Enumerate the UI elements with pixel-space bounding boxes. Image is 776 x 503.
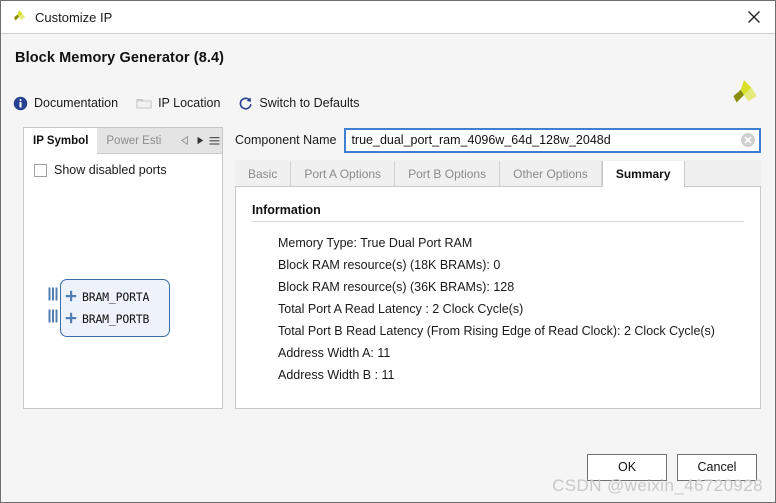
ltabstrip-spacer — [170, 128, 177, 153]
summary-line: Address Width B : 11 — [278, 368, 395, 382]
switch-to-defaults-label: Switch to Defaults — [259, 96, 360, 110]
summary-line: Memory Type: True Dual Port RAM — [278, 236, 473, 250]
switch-to-defaults-button[interactable]: Switch to Defaults — [238, 96, 359, 111]
tab-power-estimation-label: Power Esti — [106, 134, 162, 147]
tab-basic-label: Basic — [248, 166, 278, 181]
plus-icon[interactable] — [65, 312, 77, 327]
tab-basic[interactable]: Basic — [235, 161, 292, 186]
chevron-right-icon[interactable] — [192, 128, 207, 153]
summary-line: Block RAM resource(s) (36K BRAMs): 128 — [278, 280, 515, 294]
title-bar: Customize IP — [1, 1, 775, 34]
component-name-row: Component Name true_dual_port_ram_4096w_… — [235, 127, 761, 153]
tab-ip-symbol-label: IP Symbol — [33, 134, 89, 147]
folder-icon — [136, 96, 152, 110]
ip-location-button[interactable]: IP Location — [136, 96, 220, 110]
bram-porta-bus-icon — [48, 287, 58, 301]
information-heading: Information — [252, 203, 321, 217]
dialog-footer: OK Cancel — [1, 442, 775, 502]
dialog-header: Block Memory Generator (8.4) — [1, 34, 775, 103]
documentation-label: Documentation — [34, 96, 119, 110]
summary-line: Address Width A: 11 — [278, 346, 391, 360]
tab-power-estimation[interactable]: Power Esti — [97, 128, 170, 153]
show-disabled-ports-label: Show disabled ports — [54, 163, 167, 177]
tab-port-a-options-label: Port A Options — [304, 166, 382, 181]
documentation-button[interactable]: Documentation — [13, 96, 118, 111]
tab-ip-symbol[interactable]: IP Symbol — [24, 128, 98, 154]
ip-location-label: IP Location — [158, 96, 221, 110]
tabstrip-filler — [684, 161, 761, 186]
component-name-label: Component Name — [235, 133, 337, 147]
bram-port-row[interactable]: BRAM_PORTA — [65, 286, 169, 308]
tab-port-a-options[interactable]: Port A Options — [291, 161, 396, 186]
info-icon — [13, 96, 28, 111]
config-tabstrip: Basic Port A Options Port B Options Othe… — [235, 160, 761, 187]
tab-other-options[interactable]: Other Options — [500, 161, 602, 186]
tab-port-b-options-label: Port B Options — [408, 166, 487, 181]
chevron-left-icon[interactable] — [177, 128, 192, 153]
ip-symbol-panel: IP Symbol Power Esti Show disabled ports… — [23, 127, 223, 409]
component-name-value: true_dual_port_ram_4096w_64d_128w_2048d — [351, 133, 611, 147]
dialog-toolbar: Documentation IP Location Switch to Defa… — [1, 66, 775, 118]
component-name-input[interactable]: true_dual_port_ram_4096w_64d_128w_2048d — [344, 127, 761, 153]
ok-button[interactable]: OK — [587, 453, 667, 481]
tab-summary[interactable]: Summary — [601, 161, 685, 187]
clear-circle-icon[interactable] — [740, 132, 756, 148]
summary-tab-panel: Information Memory Type: True Dual Port … — [235, 187, 761, 409]
bram-port-row[interactable]: BRAM_PORTB — [65, 308, 169, 330]
ip-symbol-canvas: Show disabled ports BRAM_PORTA BRAM_PORT… — [24, 154, 222, 408]
xilinx-logo-icon — [11, 9, 27, 25]
page-title: Block Memory Generator (8.4) — [15, 50, 225, 66]
plus-icon[interactable] — [65, 290, 77, 305]
refresh-icon — [238, 96, 253, 111]
bram-symbol-box: BRAM_PORTA BRAM_PORTB — [60, 279, 170, 337]
window-title: Customize IP — [35, 9, 113, 25]
bram-portb-bus-icon — [48, 309, 58, 323]
xilinx-logo-icon — [727, 78, 761, 112]
summary-line: Block RAM resource(s) (18K BRAMs): 0 — [278, 258, 501, 272]
bram-symbol: BRAM_PORTA BRAM_PORTB — [48, 279, 170, 337]
ip-symbol-tabstrip: IP Symbol Power Esti — [24, 128, 222, 154]
tab-port-b-options[interactable]: Port B Options — [395, 161, 501, 186]
tab-summary-label: Summary — [615, 167, 671, 181]
bram-portb-label: BRAM_PORTB — [82, 312, 150, 326]
show-disabled-ports-checkbox[interactable] — [34, 163, 47, 177]
summary-line: Total Port B Read Latency (From Rising E… — [278, 324, 715, 338]
close-icon[interactable] — [739, 3, 769, 31]
summary-line: Total Port A Read Latency : 2 Clock Cycl… — [278, 302, 524, 316]
show-disabled-ports-row[interactable]: Show disabled ports — [34, 163, 222, 177]
cancel-button[interactable]: Cancel — [677, 453, 757, 481]
customize-ip-dialog: Customize IP Block Memory Generator (8.4… — [0, 0, 776, 503]
hamburger-menu-icon[interactable] — [207, 128, 222, 153]
dialog-body: IP Symbol Power Esti Show disabled ports… — [1, 118, 775, 442]
bram-porta-label: BRAM_PORTA — [82, 290, 150, 304]
information-divider — [252, 221, 744, 222]
ip-config-panel: Component Name true_dual_port_ram_4096w_… — [235, 127, 761, 409]
tab-other-options-label: Other Options — [513, 166, 588, 181]
